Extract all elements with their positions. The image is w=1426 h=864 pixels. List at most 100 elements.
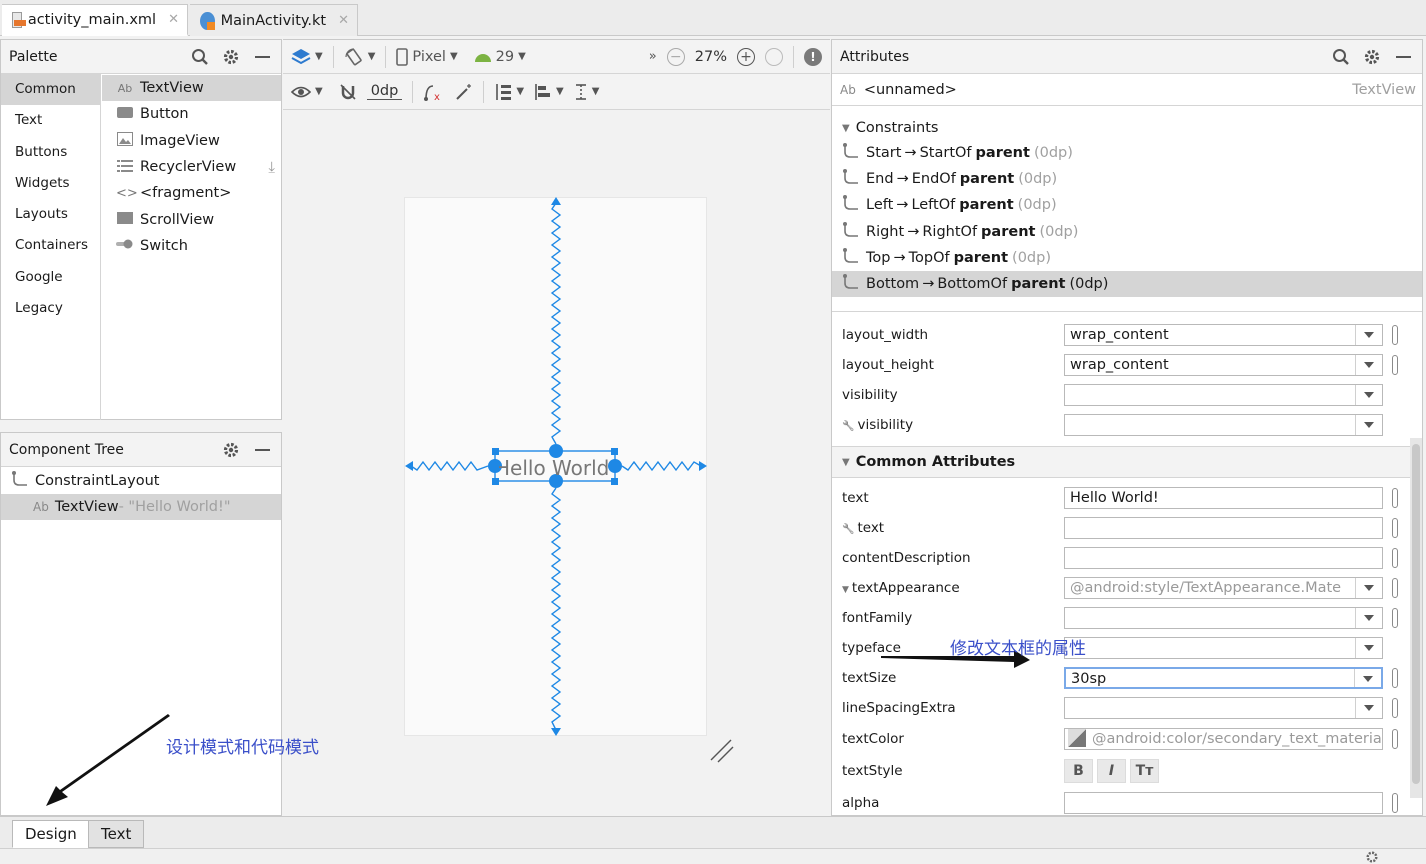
align-icon[interactable]: ▼ xyxy=(534,83,564,101)
zoom-in-icon[interactable]: + xyxy=(737,47,755,66)
attribute-action-icon[interactable] xyxy=(1392,729,1398,750)
dropdown-arrow-icon[interactable] xyxy=(1364,645,1374,652)
clear-constraints-icon[interactable]: x xyxy=(423,83,445,101)
search-icon[interactable] xyxy=(1330,46,1352,68)
tab-mainactivity-kt[interactable]: MainActivity.kt ✕ xyxy=(190,4,358,36)
attribute-action-icon[interactable] xyxy=(1392,548,1398,569)
attribute-action-icon[interactable] xyxy=(1392,668,1398,689)
palette-item-scrollview[interactable]: ScrollView xyxy=(102,206,281,232)
component-id[interactable]: <unnamed> xyxy=(864,82,1352,98)
overflow-icon[interactable]: » xyxy=(649,49,657,64)
dropdown-arrow-icon[interactable] xyxy=(1364,422,1374,429)
bold-button[interactable]: B xyxy=(1064,759,1093,784)
category-legacy[interactable]: Legacy xyxy=(1,293,100,324)
dropdown-arrow-icon[interactable] xyxy=(1364,585,1374,592)
minimize-icon[interactable] xyxy=(1392,46,1414,68)
tree-item-textview[interactable]: Ab TextView - "Hello World!" xyxy=(1,494,281,520)
attributes-scrollbar[interactable] xyxy=(1410,438,1422,798)
content-description-field[interactable] xyxy=(1064,547,1383,570)
pack-icon[interactable]: ▼ xyxy=(494,83,524,101)
dropdown-arrow-icon[interactable] xyxy=(1364,392,1374,399)
palette-item-recyclerview[interactable]: RecyclerView ⤓ xyxy=(102,154,281,180)
attribute-action-icon[interactable] xyxy=(1392,608,1398,629)
palette-item-imageview[interactable]: ImageView xyxy=(102,128,281,154)
api-level-selector[interactable]: 29 ▼ xyxy=(474,49,526,65)
attribute-action-icon[interactable] xyxy=(1392,518,1398,539)
attribute-action-icon[interactable] xyxy=(1392,698,1398,719)
category-common[interactable]: Common xyxy=(1,74,100,106)
palette-item-switch[interactable]: Switch xyxy=(102,233,281,259)
category-widgets[interactable]: Widgets xyxy=(1,168,100,199)
dropdown-arrow-icon[interactable] xyxy=(1364,332,1374,339)
scrollbar-thumb[interactable] xyxy=(1412,444,1420,784)
category-buttons[interactable]: Buttons xyxy=(1,137,100,168)
guidelines-icon[interactable]: ▼ xyxy=(574,83,599,101)
device-selector[interactable]: Pixel ▼ xyxy=(396,47,458,66)
eye-icon[interactable]: ▼ xyxy=(291,85,323,99)
attribute-action-icon[interactable] xyxy=(1392,578,1398,599)
close-icon[interactable]: ✕ xyxy=(338,13,349,28)
gear-icon[interactable] xyxy=(220,46,242,68)
common-attributes-header[interactable]: ▼ Common Attributes xyxy=(832,446,1422,479)
resize-grip-icon[interactable] xyxy=(709,738,735,764)
text-size-dropdown[interactable]: 30sp xyxy=(1064,667,1383,690)
tab-activity-main-xml[interactable]: activity_main.xml ✕ xyxy=(2,4,188,36)
visibility-dropdown[interactable] xyxy=(1064,384,1383,407)
gear-icon[interactable] xyxy=(1364,850,1380,864)
attribute-action-icon[interactable] xyxy=(1392,488,1398,509)
attribute-action-icon[interactable] xyxy=(1392,355,1398,376)
canvas-textview[interactable]: Hello World! xyxy=(499,454,611,482)
alpha-field[interactable] xyxy=(1064,792,1383,815)
constraint-row[interactable]: Left → LeftOf parent (0dp) xyxy=(832,192,1422,218)
default-margin-field[interactable]: 0dp xyxy=(366,83,403,100)
text-color-field[interactable]: @android:color/secondary_text_materia xyxy=(1064,728,1383,751)
tree-item-constraintlayout[interactable]: ConstraintLayout xyxy=(1,468,281,494)
search-icon[interactable] xyxy=(189,46,211,68)
warning-icon[interactable]: ! xyxy=(804,47,822,66)
attribute-action-icon[interactable] xyxy=(1392,325,1398,346)
constraints-header[interactable]: ▼ Constraints xyxy=(832,116,1422,140)
tools-text-field[interactable] xyxy=(1064,517,1383,540)
font-family-dropdown[interactable] xyxy=(1064,607,1383,630)
layout-height-dropdown[interactable]: wrap_content xyxy=(1064,354,1383,377)
layout-width-dropdown[interactable]: wrap_content xyxy=(1064,324,1383,347)
all-caps-button[interactable]: Tт xyxy=(1130,759,1159,784)
color-swatch-icon[interactable] xyxy=(1068,729,1086,748)
layers-icon[interactable]: ▼ xyxy=(291,48,323,66)
text-appearance-dropdown[interactable]: @android:style/TextAppearance.Mate xyxy=(1064,577,1383,600)
gear-icon[interactable] xyxy=(220,439,242,461)
category-google[interactable]: Google xyxy=(1,262,100,293)
palette-item-button[interactable]: Button xyxy=(102,101,281,127)
dropdown-arrow-icon[interactable] xyxy=(1364,362,1374,369)
tab-text[interactable]: Text xyxy=(88,820,145,848)
zoom-fit-icon[interactable] xyxy=(765,47,783,66)
typeface-dropdown[interactable] xyxy=(1064,637,1383,660)
constraint-row[interactable]: End → EndOf parent (0dp) xyxy=(832,166,1422,192)
category-layouts[interactable]: Layouts xyxy=(1,199,100,230)
line-spacing-dropdown[interactable] xyxy=(1064,697,1383,720)
constraint-row[interactable]: Right → RightOf parent (0dp) xyxy=(832,219,1422,245)
category-text[interactable]: Text xyxy=(1,105,100,136)
palette-item-textview[interactable]: Ab TextView xyxy=(102,75,281,102)
tab-design[interactable]: Design xyxy=(12,820,90,848)
orientation-icon[interactable]: ▼ xyxy=(344,47,375,67)
category-containers[interactable]: Containers xyxy=(1,230,100,261)
dropdown-arrow-icon[interactable] xyxy=(1364,705,1374,712)
attribute-action-icon[interactable] xyxy=(1392,793,1398,814)
palette-item-fragment[interactable]: <> <fragment> xyxy=(102,180,281,206)
close-icon[interactable]: ✕ xyxy=(168,12,179,27)
minimize-icon[interactable] xyxy=(251,46,273,68)
constraint-row[interactable]: Bottom → BottomOf parent (0dp) xyxy=(832,270,1422,298)
magnet-off-icon[interactable] xyxy=(339,83,357,101)
tools-visibility-dropdown[interactable] xyxy=(1064,414,1383,437)
magic-wand-icon[interactable] xyxy=(455,83,473,101)
text-field[interactable]: Hello World! xyxy=(1064,487,1383,510)
gear-icon[interactable] xyxy=(1361,46,1383,68)
zoom-out-icon[interactable]: − xyxy=(666,47,685,66)
dropdown-arrow-icon[interactable] xyxy=(1364,615,1374,622)
download-icon[interactable]: ⤓ xyxy=(268,158,275,176)
dropdown-arrow-icon[interactable] xyxy=(1363,676,1373,683)
minimize-icon[interactable] xyxy=(251,439,273,461)
constraint-row[interactable]: Start → StartOf parent (0dp) xyxy=(832,140,1422,166)
constraint-row[interactable]: Top → TopOf parent (0dp) xyxy=(832,245,1422,271)
